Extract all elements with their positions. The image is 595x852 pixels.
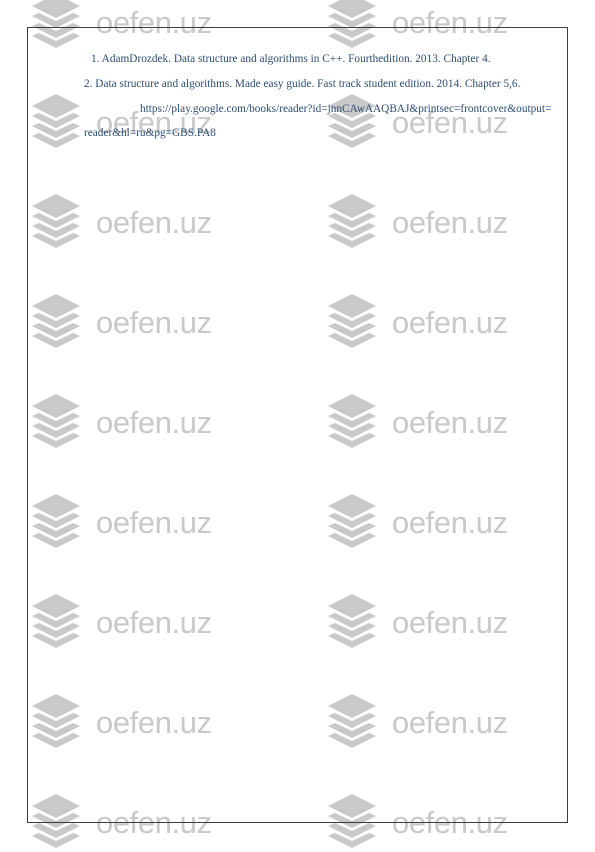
document-content: 1. AdamDrozdek. Data structure and algor…	[84, 47, 554, 146]
reference-item-2: 2. Data structure and algorithms. Made e…	[84, 78, 521, 90]
page-border-frame	[27, 27, 568, 823]
reference-item-1: 1. AdamDrozdek. Data structure and algor…	[91, 53, 491, 65]
reference-url-link[interactable]: https://play.google.com/books/reader?id=…	[84, 97, 554, 145]
